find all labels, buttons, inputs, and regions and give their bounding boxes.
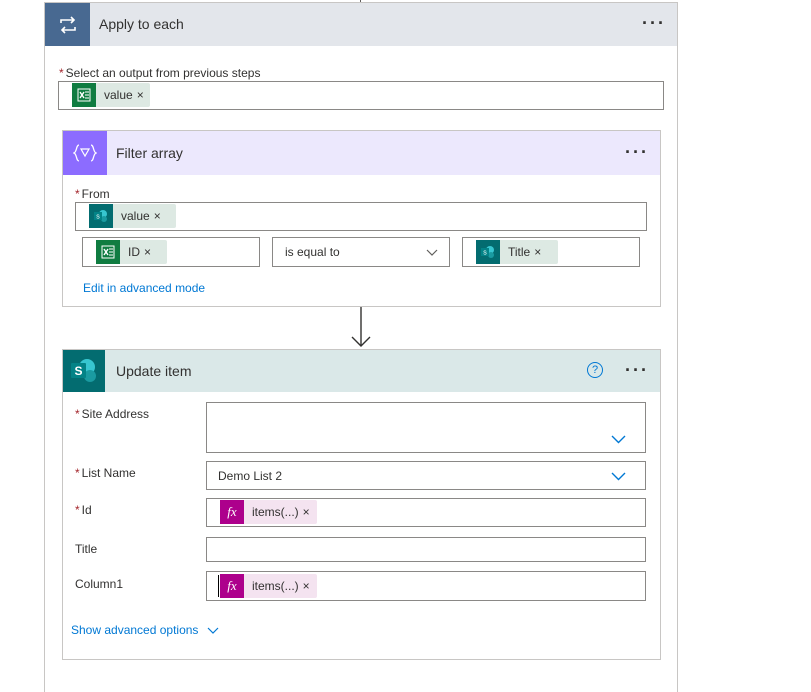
sp-letter: S [74, 364, 82, 378]
id-label: *Id [75, 503, 92, 517]
filter-array-more-button[interactable]: ··· [625, 147, 649, 157]
apply-to-each-more-button[interactable]: ··· [642, 18, 666, 28]
id-expression-token-remove-button[interactable]: × [303, 505, 316, 519]
operator-dropdown[interactable]: is equal to [272, 237, 450, 267]
chevron-down-icon [426, 249, 438, 256]
column1-expression-token-label: items(...) [244, 579, 303, 593]
filter-array-icon-box [63, 131, 107, 175]
select-output-label: *Select an output from previous steps [59, 66, 260, 80]
fx-icon: fx [220, 500, 244, 524]
help-icon: ? [592, 364, 598, 376]
id-expression-token: fx items(...) × [220, 500, 317, 524]
id-expression-token-label: items(...) [244, 505, 303, 519]
help-button[interactable]: ? [587, 362, 603, 378]
edit-advanced-mode-link[interactable]: Edit in advanced mode [83, 281, 205, 295]
column1-label: Column1 [75, 577, 123, 591]
loop-icon [57, 16, 79, 34]
fx-icon-text: fx [227, 504, 236, 520]
from-value-token-remove-button[interactable]: × [154, 209, 167, 223]
apply-value-token-remove-button[interactable]: × [137, 88, 150, 102]
id-label-text: Id [82, 503, 92, 517]
condition-right-token-label: Title [500, 245, 534, 259]
sharepoint-icon: S [69, 358, 99, 384]
svg-text:s: s [483, 250, 487, 257]
sharepoint-icon: s [476, 240, 500, 264]
svg-text:s: s [96, 214, 100, 221]
title-label: Title [75, 542, 97, 556]
from-value-token: s value × [89, 204, 176, 228]
apply-to-each-icon-box [45, 3, 90, 46]
list-name-label: *List Name [75, 466, 136, 480]
update-item-more-button[interactable]: ··· [625, 365, 649, 375]
condition-left-token: ID × [96, 240, 167, 264]
column1-expression-token-remove-button[interactable]: × [303, 579, 316, 593]
sharepoint-icon: s [89, 204, 113, 228]
apply-value-token: value × [72, 83, 150, 107]
condition-left-token-label: ID [120, 245, 144, 259]
show-advanced-options-label: Show advanced options [71, 623, 198, 637]
apply-to-each-title: Apply to each [99, 16, 184, 32]
condition-right-token-remove-button[interactable]: × [534, 245, 547, 259]
condition-left-token-remove-button[interactable]: × [144, 245, 157, 259]
list-name-label-text: List Name [82, 466, 136, 480]
chevron-down-icon [611, 435, 626, 444]
chevron-down-icon [207, 627, 219, 634]
filter-array-title: Filter array [116, 145, 183, 161]
arrow-down-icon [350, 307, 372, 349]
update-item-icon-box: S [63, 350, 105, 392]
from-label-text: From [82, 187, 110, 201]
apply-value-token-label: value [96, 88, 137, 102]
filter-icon [73, 144, 97, 162]
condition-right-token: s Title × [476, 240, 558, 264]
operator-dropdown-value: is equal to [273, 245, 340, 259]
site-address-label: *Site Address [75, 407, 149, 421]
excel-icon [96, 240, 120, 264]
column1-expression-token: fx items(...) × [220, 574, 317, 598]
site-address-label-text: Site Address [82, 407, 149, 421]
show-advanced-options-link[interactable]: Show advanced options [71, 623, 219, 637]
fx-icon-text: fx [227, 578, 236, 594]
chevron-down-icon [611, 472, 626, 481]
excel-icon [72, 83, 96, 107]
from-label: *From [75, 187, 110, 201]
list-name-value: Demo List 2 [218, 469, 282, 483]
site-address-dropdown[interactable] [206, 402, 646, 453]
title-field[interactable] [206, 537, 646, 562]
text-cursor [218, 575, 219, 597]
from-value-token-label: value [113, 209, 154, 223]
list-name-dropdown[interactable]: Demo List 2 [206, 461, 646, 490]
fx-icon: fx [220, 574, 244, 598]
update-item-title: Update item [116, 363, 191, 379]
select-output-label-text: Select an output from previous steps [66, 66, 261, 80]
